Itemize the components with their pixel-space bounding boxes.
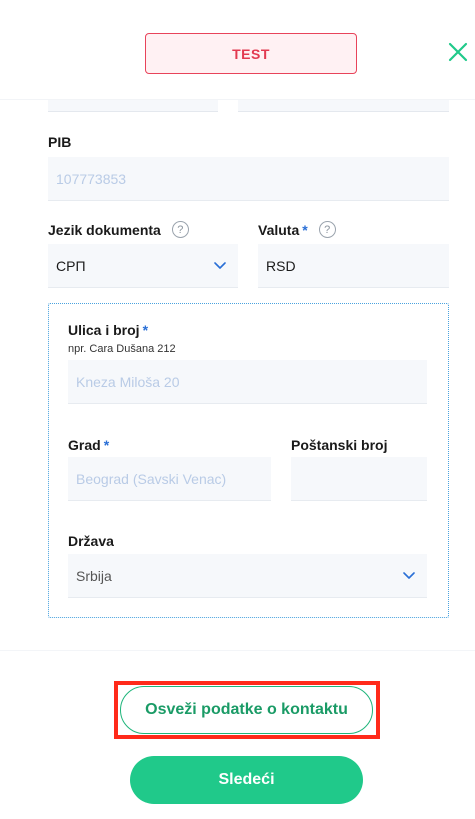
country-value: Srbija bbox=[76, 567, 112, 584]
city-label: Grad * bbox=[68, 437, 110, 453]
previous-field-left[interactable] bbox=[48, 100, 218, 112]
street-hint: npr. Cara Dušana 212 bbox=[68, 343, 176, 355]
street-placeholder: Kneza Miloša 20 bbox=[76, 373, 180, 390]
help-icon[interactable]: ? bbox=[171, 221, 189, 238]
pib-label: PIB bbox=[48, 134, 72, 150]
modal-header: TEST bbox=[0, 0, 475, 100]
street-input[interactable]: Kneza Miloša 20 bbox=[68, 360, 427, 404]
previous-field-right[interactable] bbox=[238, 100, 449, 112]
currency-value: RSD bbox=[266, 257, 296, 274]
document-language-label: Jezik dokumenta ? bbox=[48, 221, 189, 238]
country-select[interactable]: Srbija bbox=[68, 554, 427, 598]
environment-badge: TEST bbox=[145, 33, 357, 74]
chevron-down-icon bbox=[214, 261, 226, 269]
country-label: Država bbox=[68, 533, 114, 549]
postal-code-label: Poštanski broj bbox=[291, 437, 388, 453]
close-icon bbox=[448, 42, 468, 62]
footer-divider bbox=[0, 650, 475, 651]
currency-label: Valuta * ? bbox=[258, 221, 336, 238]
required-marker: * bbox=[142, 322, 149, 338]
city-placeholder: Beograd (Savski Venac) bbox=[76, 470, 227, 487]
highlight-box bbox=[114, 681, 380, 739]
postal-code-input[interactable] bbox=[291, 457, 427, 501]
required-marker: * bbox=[302, 221, 308, 238]
street-label: Ulica i broj * bbox=[68, 322, 149, 338]
next-button[interactable]: Sledeći bbox=[130, 756, 363, 804]
document-language-select[interactable]: СРП bbox=[48, 244, 238, 288]
page: TEST PIB 107773853 Jezik dokumenta ? СРП… bbox=[0, 0, 475, 819]
chevron-down-icon bbox=[403, 571, 415, 579]
close-button[interactable] bbox=[446, 40, 470, 64]
pib-input[interactable]: 107773853 bbox=[48, 157, 449, 201]
required-marker: * bbox=[103, 437, 110, 453]
pib-placeholder: 107773853 bbox=[56, 170, 127, 187]
help-icon[interactable]: ? bbox=[318, 221, 336, 238]
currency-input[interactable]: RSD bbox=[258, 244, 449, 288]
city-input[interactable]: Beograd (Savski Venac) bbox=[68, 457, 271, 501]
document-language-value: СРП bbox=[56, 257, 86, 274]
